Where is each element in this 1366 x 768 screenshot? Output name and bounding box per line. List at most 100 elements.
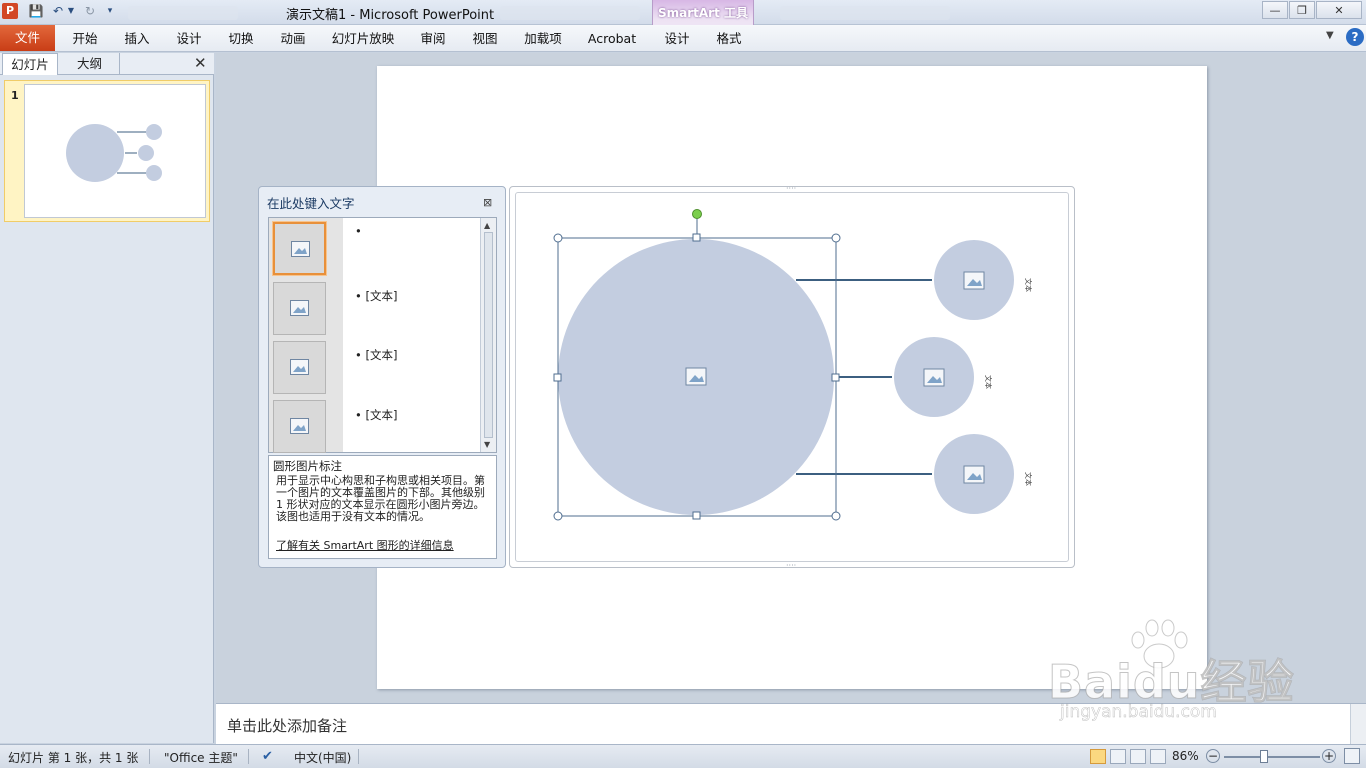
title-bar: P 💾 ↶ ▼ ↻ ▾ 演示文稿1 - Microsoft PowerPoint…	[0, 0, 1366, 48]
small-circle-label[interactable]: 文本	[984, 375, 993, 389]
thumbnail-small-circle	[146, 124, 162, 140]
slide-info[interactable]: 幻灯片 第 1 张，共 1 张	[8, 749, 138, 766]
tab-review[interactable]: 审阅	[410, 28, 456, 50]
learn-more-link[interactable]: 了解有关 SmartArt 图形的详细信息	[276, 537, 454, 553]
text-pane-list: • • [文本] • [文本] • [文本] ▲ ▼	[268, 217, 497, 453]
text-pane-scrollbar[interactable]: ▲ ▼	[480, 218, 496, 452]
thumbnail-small-circle	[138, 145, 154, 161]
picture-thumbnail-1[interactable]	[273, 222, 326, 275]
tab-transitions[interactable]: 切换	[218, 28, 264, 50]
resize-handle-bottom[interactable]	[692, 511, 701, 520]
notes-placeholder[interactable]: 单击此处添加备注	[227, 715, 347, 736]
frame-grip-bottom[interactable]: ····	[786, 561, 796, 568]
scrollbar-thumb[interactable]	[484, 232, 493, 438]
tab-home[interactable]: 开始	[62, 28, 108, 50]
powerpoint-app-icon[interactable]: P	[2, 3, 18, 19]
tab-slideshow[interactable]: 幻灯片放映	[324, 28, 402, 50]
scroll-up-icon[interactable]: ▲	[484, 221, 490, 230]
language[interactable]: 中文(中国)	[294, 749, 351, 766]
text-pane-bullet-1[interactable]: •	[355, 224, 362, 238]
ribbon-tabs: 文件 开始 插入 设计 切换 动画 幻灯片放映 审阅 视图 加载项 Acroba…	[0, 25, 1366, 52]
rotation-handle[interactable]	[692, 209, 702, 219]
bullet-text[interactable]: [文本]	[365, 289, 397, 303]
tab-acrobat[interactable]: Acrobat	[580, 28, 644, 50]
tab-slides[interactable]: 幻灯片	[2, 53, 58, 75]
text-pane-bullet-2[interactable]: • [文本]	[355, 288, 397, 304]
close-text-pane-icon[interactable]: ⊠	[483, 196, 492, 209]
status-separator	[248, 749, 249, 764]
save-icon[interactable]: 💾	[28, 3, 44, 19]
status-separator	[149, 749, 150, 764]
frame-grip-top[interactable]: ····	[786, 186, 796, 193]
fit-slide-icon[interactable]	[1344, 748, 1360, 764]
zoom-out-button[interactable]: −	[1206, 749, 1220, 763]
resize-handle-bottom-right[interactable]	[831, 511, 841, 521]
help-icon[interactable]: ?	[1346, 28, 1364, 46]
picture-placeholder-icon[interactable]	[963, 465, 985, 484]
customize-qat-icon[interactable]: ▾	[104, 3, 116, 19]
resize-handle-right[interactable]	[831, 373, 840, 382]
bullet-text[interactable]: [文本]	[365, 348, 397, 362]
bullet-text[interactable]: [文本]	[365, 408, 397, 422]
resize-handle-left[interactable]	[553, 373, 562, 382]
tab-outline[interactable]: 大纲	[60, 53, 120, 75]
notes-pane[interactable]: 单击此处添加备注	[216, 703, 1366, 745]
layout-description-text: 用于显示中心构思和子构思或相关项目。第一个图片的文本覆盖图片的下部。其他级别 1…	[276, 474, 485, 523]
tab-smartart-format[interactable]: 格式	[706, 28, 752, 50]
tab-insert[interactable]: 插入	[114, 28, 160, 50]
slide-thumbnail-row[interactable]: 1	[4, 80, 210, 222]
zoom-slider[interactable]	[1224, 756, 1320, 758]
slide-sorter-view-icon[interactable]	[1110, 749, 1126, 764]
thumbnail-main-circle	[66, 124, 124, 182]
text-pane-bullet-3[interactable]: • [文本]	[355, 347, 397, 363]
normal-view-icon[interactable]	[1090, 749, 1106, 764]
window-title: 演示文稿1 - Microsoft PowerPoint	[286, 8, 495, 23]
tab-animations[interactable]: 动画	[270, 28, 316, 50]
close-pane-icon[interactable]: ✕	[194, 55, 207, 71]
minimize-button[interactable]: —	[1262, 1, 1288, 19]
undo-icon[interactable]: ↶	[50, 3, 66, 19]
resize-handle-top[interactable]	[692, 233, 701, 242]
zoom-level[interactable]: 86%	[1172, 749, 1199, 763]
picture-thumbnail-2[interactable]	[273, 282, 326, 335]
layout-description: 圆形图片标注 用于显示中心构思和子构思或相关项目。第一个图片的文本覆盖图片的下部…	[268, 455, 497, 559]
notes-scrollbar[interactable]	[1350, 704, 1366, 745]
reading-view-icon[interactable]	[1130, 749, 1146, 764]
zoom-in-button[interactable]: +	[1322, 749, 1336, 763]
smartart-tools-label: SmartArt 工具	[657, 6, 749, 20]
zoom-slider-thumb[interactable]	[1260, 750, 1268, 763]
restore-button[interactable]: ❐	[1289, 1, 1315, 19]
tab-addins[interactable]: 加载项	[516, 28, 570, 50]
picture-placeholder-icon[interactable]	[923, 368, 945, 387]
smartart-text-pane: 在此处键入文字 ⊠ • • [文本] • [文本] • [文本] ▲ ▼ 圆形图…	[258, 186, 506, 568]
slides-pane: 幻灯片 大纲 ✕ 1	[0, 53, 214, 743]
scroll-down-icon[interactable]: ▼	[484, 440, 490, 449]
redo-icon[interactable]: ↻	[82, 3, 98, 19]
undo-dropdown-icon[interactable]: ▼	[66, 3, 76, 19]
picture-thumbnail-3[interactable]	[273, 341, 326, 394]
small-circle-label[interactable]: 文本	[1024, 472, 1033, 486]
resize-handle-bottom-left[interactable]	[553, 511, 563, 521]
theme-name[interactable]: "Office 主题"	[164, 749, 238, 766]
tab-file[interactable]: 文件	[0, 25, 55, 51]
tab-smartart-design[interactable]: 设计	[654, 28, 700, 50]
close-window-button[interactable]: ✕	[1316, 1, 1362, 19]
tab-design[interactable]: 设计	[166, 28, 212, 50]
slideshow-view-icon[interactable]	[1150, 749, 1166, 764]
spell-check-icon[interactable]: ✔	[262, 749, 273, 764]
small-circle-label[interactable]: 文本	[1024, 278, 1033, 292]
picture-placeholder-icon	[290, 418, 309, 434]
picture-thumbnail-4[interactable]	[273, 400, 326, 453]
picture-placeholder-icon[interactable]	[685, 367, 707, 386]
smartart-graphic[interactable]: ···· ···· 文本 文本 文本	[509, 186, 1075, 568]
minimize-ribbon-icon[interactable]: ▼	[1326, 30, 1334, 41]
resize-handle-top-left[interactable]	[553, 233, 563, 243]
tab-view[interactable]: 视图	[462, 28, 508, 50]
slide-thumbnail[interactable]	[24, 84, 206, 218]
resize-handle-top-right[interactable]	[831, 233, 841, 243]
picture-placeholder-icon[interactable]	[963, 271, 985, 290]
text-pane-bullet-4[interactable]: • [文本]	[355, 407, 397, 423]
text-pane-title: 在此处键入文字	[267, 196, 355, 211]
status-separator	[358, 749, 359, 764]
picture-placeholder-icon	[291, 241, 310, 257]
